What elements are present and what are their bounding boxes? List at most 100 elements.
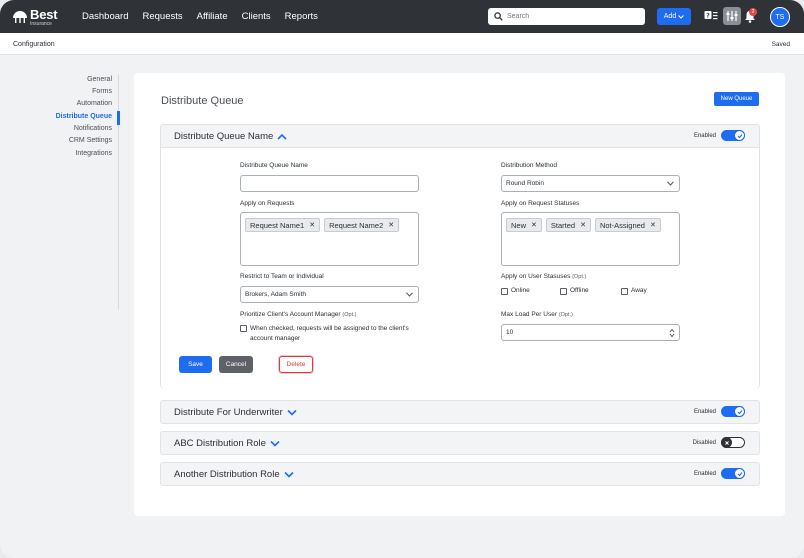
apply-statuses-label: Apply on Request Statuses [501, 200, 580, 207]
restrict-select[interactable]: Brokers, Adam Smith [240, 286, 419, 303]
sidebar-item-distribute-queue[interactable]: Distribute Queue [56, 113, 112, 120]
section-title: Another Distribution Role [174, 469, 280, 480]
statuses-multiselect[interactable]: New ✕ Started ✕ Not-Assigned ✕ [501, 212, 680, 266]
chevron-down-icon [678, 14, 685, 19]
max-load-label: Max Load Per User (Opt.) [501, 311, 573, 318]
stepper-arrows-icon[interactable] [669, 328, 675, 338]
sidebar-divider [118, 74, 119, 310]
cancel-button[interactable]: Cancel [219, 356, 253, 373]
method-select[interactable]: Round Robin [501, 175, 680, 192]
add-button[interactable]: Add [657, 8, 691, 25]
apply-requests-label: Apply on Requests [240, 200, 295, 207]
request-chip: Request Name2 ✕ [324, 218, 400, 232]
section-header[interactable]: Another Distribution Role Enabled [161, 463, 759, 485]
close-icon[interactable]: ✕ [580, 221, 586, 229]
status-chip: Not-Assigned ✕ [594, 218, 661, 232]
breadcrumb[interactable]: Configuration [13, 41, 55, 48]
sidebar-item-crm-settings[interactable]: CRM Settings [69, 137, 112, 144]
queue-section-collapsed: Distribute For Underwriter Enabled [160, 400, 760, 424]
optional-tag: (Opt.) [342, 312, 357, 318]
section-title: Distribute For Underwriter [174, 407, 283, 418]
chevron-down-icon [667, 181, 674, 186]
checkbox-box[interactable] [560, 287, 567, 295]
section-header[interactable]: ABC Distribution Role Disabled [161, 432, 759, 454]
nav-affiliate[interactable]: Affiliate [197, 11, 228, 22]
save-button[interactable]: Save [179, 356, 212, 373]
nav-reports[interactable]: Reports [285, 11, 318, 22]
method-label: Distribution Method [501, 162, 557, 169]
online-checkbox[interactable]: Online [501, 287, 530, 295]
queue-section-collapsed: ABC Distribution Role Disabled [160, 431, 760, 455]
chip-label: Request Name1 [250, 220, 305, 230]
offline-checkbox[interactable]: Offline [560, 287, 589, 295]
section-title: ABC Distribution Role [174, 438, 266, 449]
checkbox-label: Away [631, 287, 647, 294]
close-icon[interactable]: ✕ [309, 221, 315, 229]
section-header[interactable]: Distribute For Underwriter Enabled [161, 401, 759, 423]
sliders-icon [726, 11, 738, 21]
queue-name-label: Distribute Queue Name [240, 162, 308, 169]
toggle-status-label: Disabled [692, 439, 716, 446]
chevron-down-icon [406, 292, 413, 297]
check-icon [737, 409, 742, 414]
help-list-icon[interactable]: ? [704, 10, 718, 23]
avatar[interactable]: TS [770, 7, 790, 27]
request-chip: Request Name1 ✕ [245, 218, 321, 232]
close-icon[interactable]: ✕ [388, 221, 394, 229]
method-value: Round Robin [506, 180, 544, 187]
new-queue-button[interactable]: New Queue [714, 92, 759, 106]
sidebar-item-forms[interactable]: Forms [92, 88, 112, 95]
queue-name-input[interactable] [240, 175, 419, 192]
notification-badge: 2 [749, 8, 757, 16]
checkbox-box[interactable] [501, 287, 508, 295]
top-navbar: Best Insurance Dashboard Requests Affili… [0, 0, 804, 33]
check-icon [737, 471, 742, 476]
toggle-status-label: Enabled [693, 132, 716, 139]
max-load-input[interactable]: 10 [501, 324, 680, 341]
settings-sliders-button[interactable] [723, 7, 741, 25]
chevron-down-icon[interactable] [284, 471, 294, 478]
app-frame: Best Insurance Dashboard Requests Affili… [0, 0, 804, 558]
enabled-toggle[interactable] [721, 130, 745, 141]
chip-label: Request Name2 [329, 220, 384, 230]
toggle-status-label: Enabled [693, 408, 716, 415]
queue-section-collapsed: Another Distribution Role Enabled [160, 462, 760, 486]
sidebar-item-automation[interactable]: Automation [77, 100, 112, 107]
nav-clients[interactable]: Clients [242, 11, 271, 22]
delete-button[interactable]: Delete [279, 356, 313, 373]
check-icon [737, 133, 742, 138]
enabled-toggle[interactable] [721, 468, 745, 479]
sidebar-item-notifications[interactable]: Notifications [74, 125, 112, 132]
prioritize-checkbox-label: When checked, requests will be assigned … [250, 325, 409, 342]
search-icon [494, 12, 503, 21]
logo[interactable]: Best Insurance [12, 7, 58, 27]
nav-requests[interactable]: Requests [142, 11, 182, 22]
sidebar-item-general[interactable]: General [87, 76, 112, 83]
status-chip: Started ✕ [545, 218, 591, 232]
chip-label: Started [550, 220, 576, 230]
chevron-down-icon[interactable] [270, 440, 280, 447]
search-input[interactable] [507, 13, 637, 20]
toggle-status-label: Enabled [693, 470, 716, 477]
close-icon[interactable]: ✕ [650, 221, 656, 229]
disabled-toggle[interactable] [721, 437, 745, 448]
chip-label: New [511, 220, 527, 230]
checkbox-box[interactable] [240, 324, 247, 332]
chevron-down-icon[interactable] [287, 409, 297, 416]
search-box[interactable] [488, 8, 645, 25]
section-header[interactable]: Distribute Queue Name Enabled [161, 125, 759, 147]
svg-text:?: ? [706, 13, 710, 20]
close-icon[interactable]: ✕ [531, 221, 537, 229]
away-checkbox[interactable]: Away [621, 287, 647, 295]
sidebar-item-integrations[interactable]: Integrations [75, 150, 112, 157]
chevron-up-icon[interactable] [277, 133, 287, 140]
prioritize-checkbox[interactable]: When checked, requests will be assigned … [240, 324, 415, 343]
enabled-toggle[interactable] [721, 406, 745, 417]
close-icon [724, 440, 729, 445]
checkbox-label: Offline [570, 287, 589, 294]
user-statuses-label: Apply on User Stasuses (Opt.) [501, 273, 587, 280]
requests-multiselect[interactable]: Request Name1 ✕ Request Name2 ✕ [240, 212, 419, 266]
checkbox-box[interactable] [621, 287, 628, 295]
save-status: Saved [771, 41, 790, 48]
nav-dashboard[interactable]: Dashboard [82, 11, 128, 22]
